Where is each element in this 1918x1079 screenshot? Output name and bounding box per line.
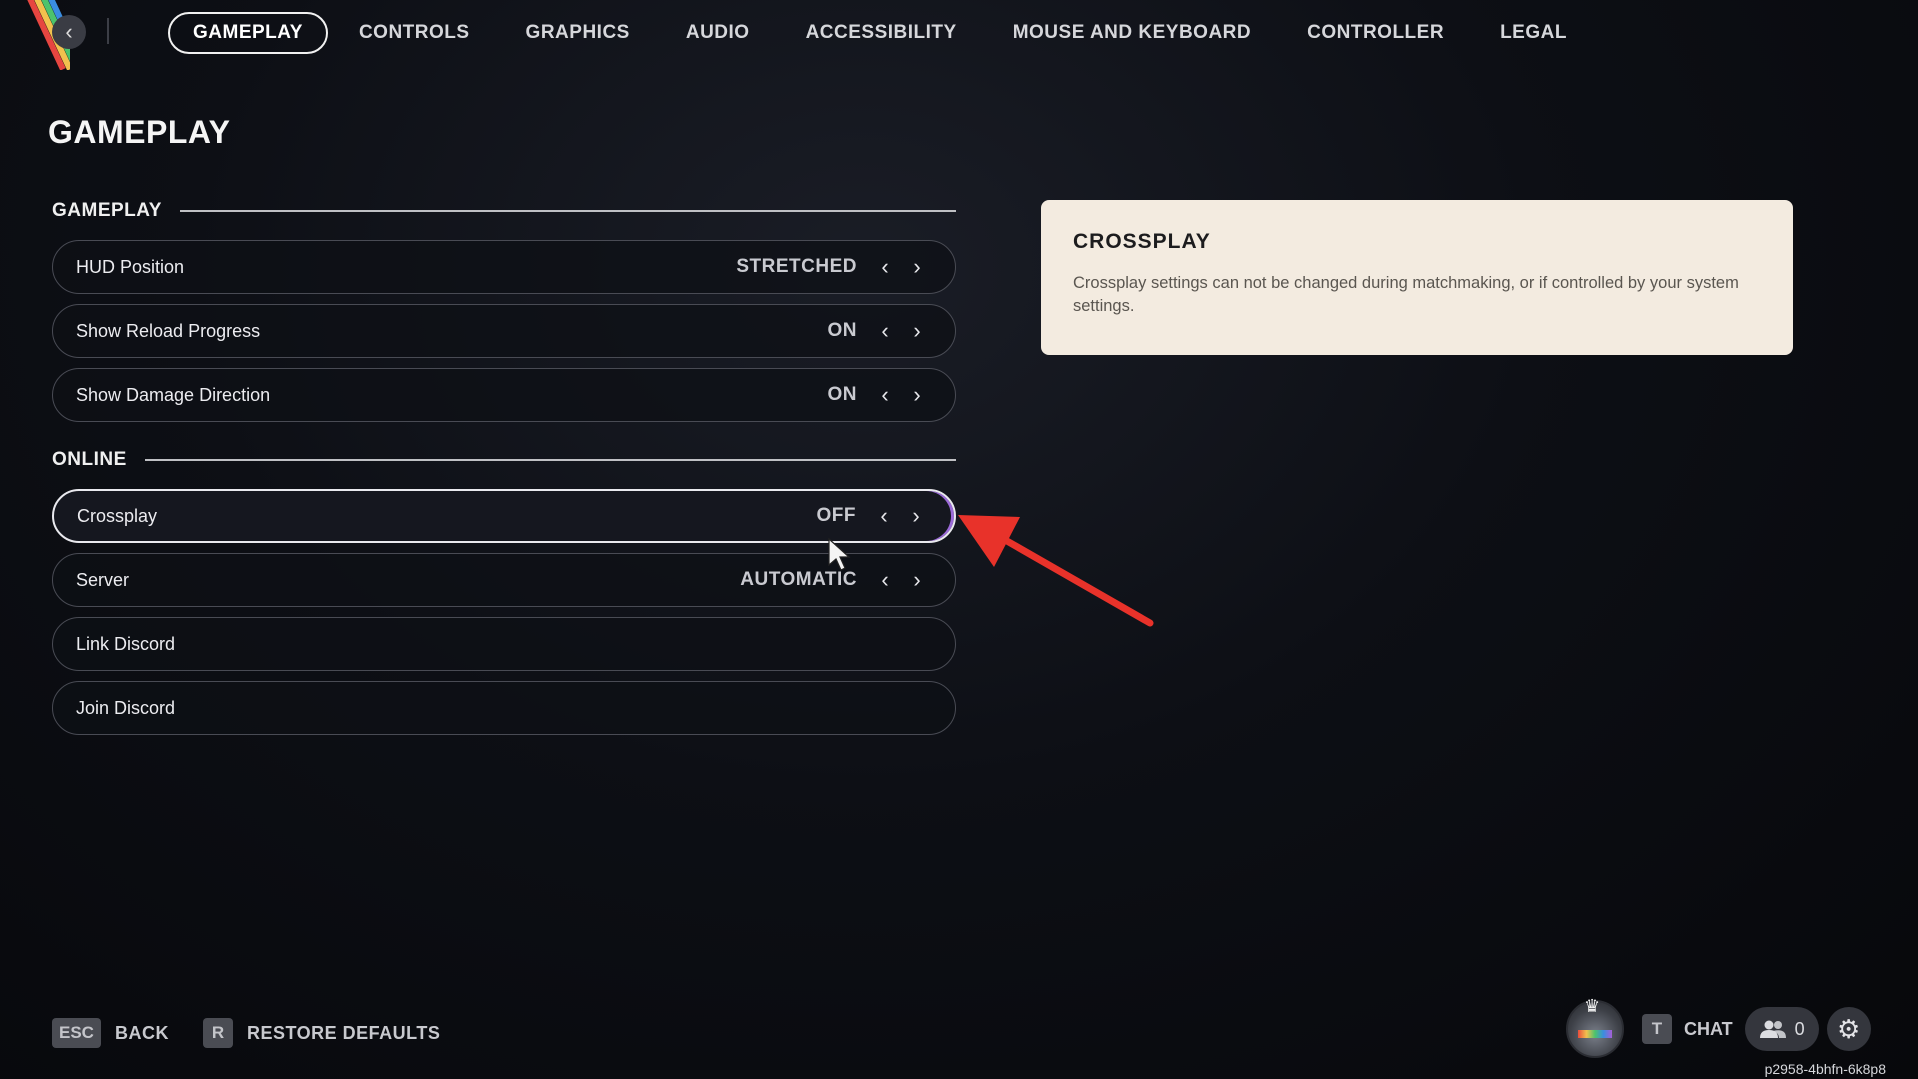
- page-title: GAMEPLAY: [48, 114, 231, 150]
- chevron-left-icon[interactable]: ‹: [868, 505, 900, 527]
- tab-accessibility[interactable]: ACCESSIBILITY: [781, 12, 982, 54]
- tab-gameplay[interactable]: GAMEPLAY: [168, 12, 328, 54]
- setting-label: Server: [76, 569, 130, 590]
- tab-controls[interactable]: CONTROLS: [334, 12, 495, 54]
- chevron-right-icon[interactable]: ›: [901, 569, 933, 591]
- avatar-badge: [1578, 1030, 1612, 1038]
- restore-defaults-button[interactable]: RESTORE DEFAULTS: [247, 1023, 440, 1044]
- setting-label: Crossplay: [77, 505, 158, 526]
- back-button[interactable]: ‹: [52, 15, 86, 49]
- annotation-arrow-icon: [958, 515, 1154, 627]
- tab-graphics[interactable]: GRAPHICS: [501, 12, 655, 54]
- chevron-right-icon[interactable]: ›: [900, 505, 932, 527]
- section-header-gameplay: GAMEPLAY: [52, 200, 956, 222]
- join-discord-button[interactable]: Join Discord: [52, 681, 956, 735]
- setting-value: ON: [827, 384, 857, 405]
- info-card-title: CROSSPLAY: [1073, 230, 1211, 253]
- chevron-left-icon[interactable]: ‹: [869, 320, 901, 342]
- info-card: CROSSPLAY Crossplay settings can not be …: [1041, 200, 1793, 355]
- link-discord-button[interactable]: Link Discord: [52, 617, 956, 671]
- tab-controller[interactable]: CONTROLLER: [1282, 12, 1469, 54]
- social-cluster: ♛ T CHAT 0 ⚙: [1566, 996, 1871, 1058]
- tab-mouse-and-keyboard[interactable]: MOUSE AND KEYBOARD: [988, 12, 1276, 54]
- section-divider: [179, 210, 956, 212]
- setting-row-crossplay[interactable]: Crossplay OFF ‹ ›: [52, 489, 956, 543]
- chevron-left-icon[interactable]: ‹: [869, 384, 901, 406]
- tab-audio[interactable]: AUDIO: [661, 12, 775, 54]
- settings-tabs: GAMEPLAY CONTROLS GRAPHICS AUDIO ACCESSI…: [168, 12, 1598, 54]
- setting-value: ON: [827, 320, 857, 341]
- chevron-left-icon[interactable]: ‹: [869, 256, 901, 278]
- chat-button[interactable]: CHAT: [1684, 1019, 1733, 1040]
- info-card-text: Crossplay settings can not be changed du…: [1073, 274, 1739, 315]
- section-label: GAMEPLAY: [52, 200, 162, 221]
- setting-label: Join Discord: [76, 697, 176, 718]
- setting-label: Show Damage Direction: [76, 384, 271, 405]
- section-label: ONLINE: [52, 449, 127, 470]
- setting-row-show-damage-direction[interactable]: Show Damage Direction ON ‹ ›: [52, 368, 956, 422]
- avatar[interactable]: ♛: [1566, 996, 1624, 1058]
- friends-button[interactable]: 0: [1744, 1007, 1819, 1051]
- crown-icon: ♛: [1584, 996, 1601, 1016]
- setting-label: Link Discord: [76, 633, 176, 654]
- friends-icon: [1759, 1020, 1786, 1038]
- r-key-icon: R: [202, 1018, 233, 1048]
- t-key-icon: T: [1642, 1014, 1672, 1044]
- section-header-online: ONLINE: [52, 449, 956, 471]
- mouse-cursor-icon: [828, 537, 851, 571]
- back-hint[interactable]: BACK: [115, 1023, 169, 1044]
- footer-hints: ESC BACK R RESTORE DEFAULTS: [52, 1018, 474, 1048]
- gear-icon: ⚙: [1837, 1013, 1861, 1044]
- setting-label: Show Reload Progress: [76, 320, 261, 341]
- chevron-right-icon[interactable]: ›: [901, 384, 933, 406]
- setting-value: STRETCHED: [736, 256, 857, 277]
- setting-row-show-reload-progress[interactable]: Show Reload Progress ON ‹ ›: [52, 304, 956, 358]
- chevron-left-icon: ‹: [65, 19, 73, 44]
- esc-key-icon: ESC: [52, 1018, 101, 1048]
- session-code: p2958-4bhfn-6k8p8: [1764, 1061, 1886, 1077]
- setting-label: HUD Position: [76, 256, 185, 277]
- chevron-right-icon[interactable]: ›: [901, 256, 933, 278]
- setting-value: OFF: [816, 505, 856, 526]
- section-divider: [144, 459, 956, 461]
- chevron-right-icon[interactable]: ›: [901, 320, 933, 342]
- chevron-left-icon[interactable]: ‹: [869, 569, 901, 591]
- settings-button[interactable]: ⚙: [1826, 1007, 1871, 1051]
- setting-row-server[interactable]: Server AUTOMATIC ‹ ›: [52, 553, 956, 607]
- nav-divider: [107, 18, 109, 44]
- tab-legal[interactable]: LEGAL: [1475, 12, 1592, 54]
- setting-row-hud-position[interactable]: HUD Position STRETCHED ‹ ›: [52, 240, 956, 294]
- friends-count: 0: [1794, 1018, 1805, 1039]
